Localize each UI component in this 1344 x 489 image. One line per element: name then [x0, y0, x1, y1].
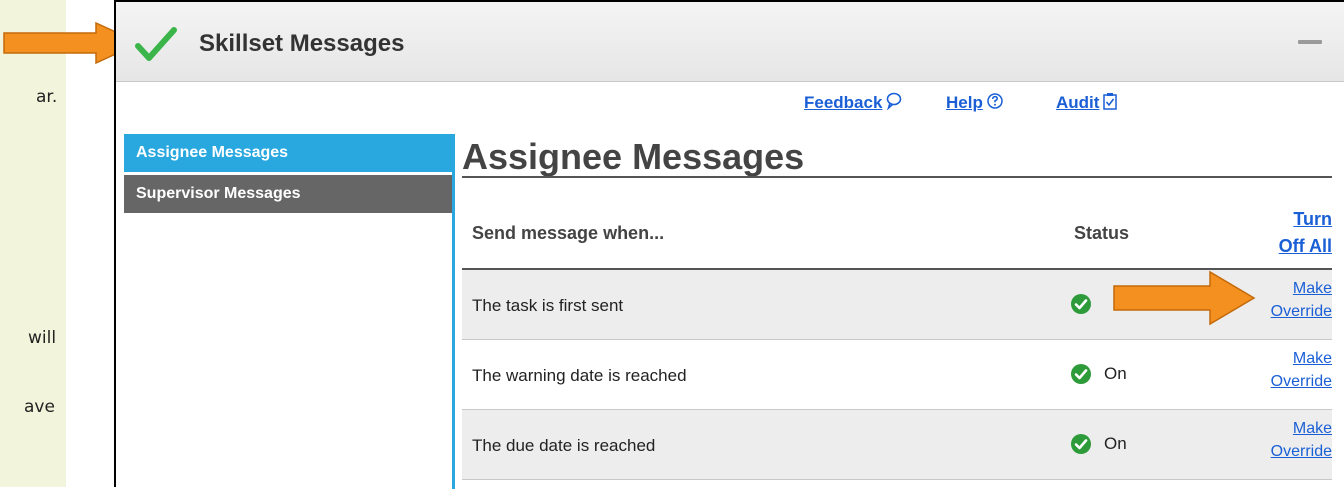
- skillset-messages-panel: Skillset Messages Feedback Help Audit As…: [114, 0, 1344, 489]
- row-label: The due date is reached: [472, 436, 656, 455]
- column-header-send-when: Send message when...: [472, 223, 665, 243]
- turn-off-all-link-line1[interactable]: Turn: [1293, 209, 1332, 230]
- content-divider: [452, 134, 455, 489]
- side-text-fragment: ar.: [36, 87, 58, 107]
- messages-table: Send message when... Status Turn Off All…: [462, 202, 1332, 480]
- side-text-fragment: will: [28, 328, 57, 348]
- make-override-link[interactable]: Override: [1271, 373, 1332, 391]
- panel-title: Skillset Messages: [199, 30, 405, 57]
- panel-titlebar: Skillset Messages: [116, 2, 1344, 82]
- speech-bubble-icon: [887, 92, 902, 111]
- turn-off-all-link-line2[interactable]: Off All: [1279, 236, 1332, 257]
- column-header-status: Status: [1074, 223, 1130, 243]
- table-row: The warning date is reached On Make Over…: [462, 340, 1332, 410]
- page-gutter: [66, 0, 114, 487]
- status-check-icon: [1071, 434, 1091, 454]
- clipboard-check-icon: [1103, 93, 1118, 110]
- row-label: The warning date is reached: [472, 366, 687, 385]
- table-header: Send message when... Status Turn Off All: [462, 202, 1332, 270]
- make-override-link[interactable]: Override: [1271, 443, 1332, 461]
- annotation-side-strip: ar. will ave: [0, 0, 66, 487]
- nav-item-supervisor-messages[interactable]: Supervisor Messages: [124, 175, 454, 213]
- audit-link[interactable]: Audit: [1056, 92, 1118, 113]
- status-text: On: [1104, 434, 1127, 453]
- messages-nav: Assignee Messages Supervisor Messages: [124, 134, 454, 216]
- heading-rule: [462, 176, 1332, 178]
- checkmark-icon: [135, 27, 177, 61]
- nav-item-assignee-messages[interactable]: Assignee Messages: [124, 134, 454, 172]
- status-text: On: [1104, 364, 1127, 383]
- side-text-fragment: ave: [24, 397, 55, 417]
- feedback-link[interactable]: Feedback: [804, 92, 903, 113]
- make-override-link[interactable]: Make: [1293, 420, 1332, 438]
- row-label: The task is first sent: [472, 296, 624, 315]
- help-link[interactable]: Help: [946, 92, 1004, 113]
- help-circle-icon: [987, 93, 1003, 109]
- annotation-arrow-icon: [1113, 270, 1256, 326]
- make-override-link[interactable]: Make: [1293, 350, 1332, 368]
- status-check-icon: [1071, 364, 1091, 384]
- page-title: Assignee Messages: [462, 136, 805, 177]
- make-override-link[interactable]: Make: [1293, 280, 1332, 298]
- minimize-icon[interactable]: [1298, 40, 1322, 44]
- make-override-link[interactable]: Override: [1271, 303, 1332, 321]
- status-check-icon: [1071, 294, 1091, 314]
- table-row: The due date is reached On Make Override: [462, 410, 1332, 480]
